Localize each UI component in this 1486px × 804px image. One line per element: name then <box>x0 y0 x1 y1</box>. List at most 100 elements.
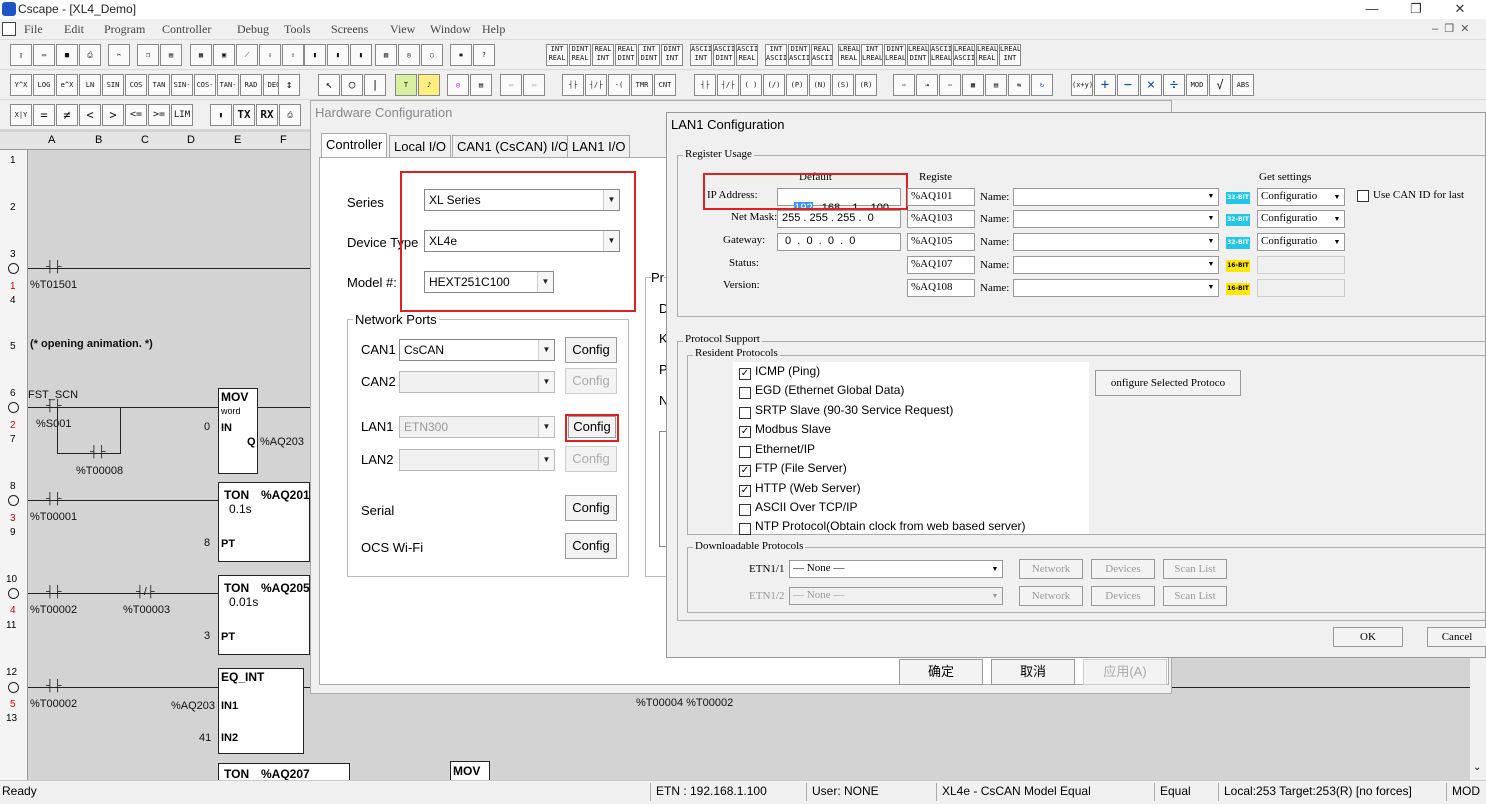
minimize-button[interactable]: — <box>1352 1 1392 18</box>
compare-lt[interactable]: < <box>79 104 101 126</box>
cancel-button[interactable]: 取消 <box>991 659 1075 685</box>
register-field[interactable]: %AQ103 <box>907 210 975 228</box>
convert-int-real[interactable]: INT REAL <box>546 44 568 66</box>
subtract-icon[interactable]: − <box>1117 74 1139 96</box>
coil-icon-a[interactable]: ( ) <box>740 74 762 96</box>
compare-gt[interactable]: > <box>102 104 124 126</box>
arrow-right-icon[interactable]: ⇨ <box>893 74 915 96</box>
pointer-icon[interactable]: ↖ <box>318 74 340 96</box>
tab-lan1-io[interactable]: LAN1 I/O <box>567 135 631 157</box>
updown-icon[interactable]: ↕ <box>278 74 300 96</box>
open-icon[interactable]: ▭ <box>33 44 55 66</box>
math-ln[interactable]: LN <box>79 74 101 96</box>
name-select[interactable]: ▼ <box>1013 188 1219 206</box>
math-rad[interactable]: RAD <box>240 74 262 96</box>
restore-button[interactable]: ❐ <box>1396 1 1436 18</box>
compare-xy[interactable]: X|Y <box>10 104 32 126</box>
copy-icon[interactable]: ❐ <box>137 44 159 66</box>
math-exp[interactable]: e^X <box>56 74 78 96</box>
protocol-checkbox[interactable] <box>739 523 751 535</box>
debug-icon[interactable]: ✱ <box>450 44 472 66</box>
convert-dint-real[interactable]: DINT REAL <box>569 44 591 66</box>
controller-stop-icon[interactable]: ▮ <box>350 44 372 66</box>
can1-config-button[interactable]: Config <box>565 337 617 363</box>
cancel-button[interactable]: Cancel <box>1427 627 1486 647</box>
contact-no-icon[interactable]: ┤├ <box>562 74 584 96</box>
ok-button[interactable]: 确定 <box>899 659 983 685</box>
call-icon[interactable]: ⇦ <box>939 74 961 96</box>
network-button[interactable]: Network <box>1019 559 1083 579</box>
convert-lreal-ascii[interactable]: LREAL ASCII <box>953 44 975 66</box>
scan-list-button[interactable]: Scan List <box>1163 559 1227 579</box>
printer-icon[interactable]: ⎙ <box>279 104 301 126</box>
protocol-checkbox[interactable]: ✓ <box>739 485 751 497</box>
lock-icon-2[interactable]: ▭ <box>523 74 545 96</box>
register-field[interactable]: %AQ105 <box>907 233 975 251</box>
convert-dint-ascii[interactable]: DINT ASCII <box>788 44 810 66</box>
coil-icon-f[interactable]: (R) <box>855 74 877 96</box>
convert-dint-lreal[interactable]: DINT LREAL <box>884 44 906 66</box>
menu-screens[interactable]: Screens <box>331 22 368 37</box>
compare-le[interactable]: <= <box>125 104 147 126</box>
ton-block[interactable]: TON %AQ201 0.1s PT <box>218 482 310 562</box>
abs-button[interactable]: ABS <box>1232 74 1254 96</box>
scan-list-button[interactable]: Scan List <box>1163 586 1227 606</box>
use-can-id-checkbox[interactable] <box>1357 190 1369 202</box>
apply-button[interactable]: 应用(A) <box>1083 659 1167 685</box>
math-sin[interactable]: SIN <box>102 74 124 96</box>
protocol-checkbox[interactable] <box>739 504 751 516</box>
name-select[interactable]: ▼ <box>1013 279 1219 297</box>
coil-icon-c[interactable]: (P) <box>786 74 808 96</box>
tab-can1-io[interactable]: CAN1 (CsCAN) I/O <box>452 135 574 157</box>
compare-lim[interactable]: LIM <box>171 104 193 126</box>
convert-lreal-int[interactable]: LREAL INT <box>999 44 1021 66</box>
lan2-select[interactable]: ▼ <box>399 449 555 471</box>
menu-window[interactable]: Window <box>430 22 471 37</box>
lasso-icon[interactable]: ○ <box>341 74 363 96</box>
tool-icon-4[interactable]: ⇩ <box>259 44 281 66</box>
document-icon[interactable] <box>2 22 16 36</box>
coil-icon-e[interactable]: (S) <box>832 74 854 96</box>
ton-block[interactable]: TON %AQ205 0.01s PT <box>218 575 310 655</box>
tool-icon-2[interactable]: ▣ <box>213 44 235 66</box>
convert-ascii-lreal[interactable]: ASCII LREAL <box>930 44 952 66</box>
loop-icon[interactable]: ↻ <box>1031 74 1053 96</box>
name-select[interactable]: ▼ <box>1013 256 1219 274</box>
get-settings-select[interactable]: Configuratio ▼ <box>1257 210 1345 228</box>
convert-ascii-dint[interactable]: ASCII DINT <box>713 44 735 66</box>
compare-ne[interactable]: ≠ <box>56 104 78 126</box>
menu-debug[interactable]: Debug <box>237 22 269 37</box>
menu-tools[interactable]: Tools <box>284 22 311 37</box>
network-button[interactable]: Network <box>1019 586 1083 606</box>
math-atan[interactable]: TAN-1 <box>217 74 239 96</box>
tab-local-io[interactable]: Local I/O <box>389 135 452 157</box>
mov-block[interactable]: MOV <box>450 761 490 781</box>
etn2-select[interactable]: — None — ▼ <box>789 587 1003 605</box>
coil-icon-b[interactable]: (/) <box>763 74 785 96</box>
multiply-icon[interactable]: × <box>1140 74 1162 96</box>
get-settings-select[interactable]: Configuratio ▼ <box>1257 188 1345 206</box>
add-icon[interactable]: + <box>1094 74 1116 96</box>
new-icon[interactable]: ▯ <box>10 44 32 66</box>
name-select[interactable]: ▼ <box>1013 210 1219 228</box>
menu-help[interactable]: Help <box>482 22 505 37</box>
protocol-checkbox[interactable]: ✓ <box>739 465 751 477</box>
zoom-icon[interactable]: ○ <box>421 44 443 66</box>
wire-icon[interactable]: | <box>364 74 386 96</box>
lock-icon[interactable]: ▭ <box>500 74 522 96</box>
convert-real-dint[interactable]: REAL DINT <box>615 44 637 66</box>
menu-view[interactable]: View <box>390 22 415 37</box>
convert-real-int[interactable]: REAL INT <box>592 44 614 66</box>
protocol-checkbox[interactable] <box>739 407 751 419</box>
swap-icon[interactable]: ⇆ <box>1008 74 1030 96</box>
text-icon[interactable]: T <box>395 74 417 96</box>
math-cos[interactable]: COS <box>125 74 147 96</box>
rx-button[interactable]: RX <box>256 104 278 126</box>
tx-button[interactable]: TX <box>233 104 255 126</box>
grid-icon[interactable]: ▤ <box>470 74 492 96</box>
cut-icon[interactable]: ✂ <box>108 44 130 66</box>
contact-icon-b[interactable]: ┤/├ <box>717 74 739 96</box>
compare-ge[interactable]: >= <box>148 104 170 126</box>
wifi-config-button[interactable]: Config <box>565 533 617 559</box>
io-icon[interactable]: ▮ <box>210 104 232 126</box>
